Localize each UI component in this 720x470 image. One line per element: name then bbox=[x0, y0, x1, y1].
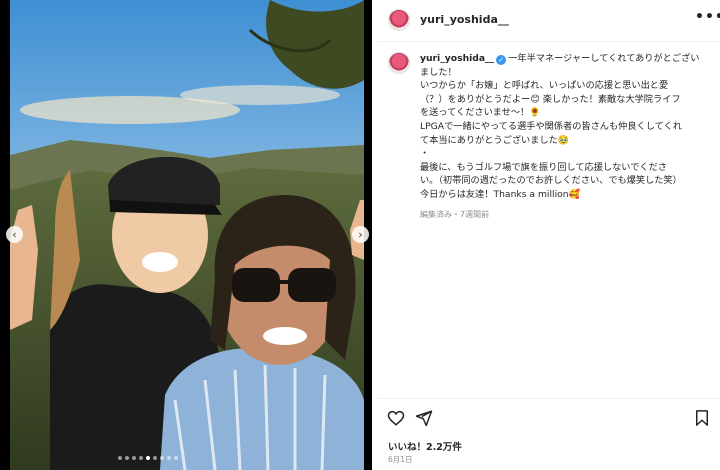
post-header: yuri_yoshida__ ••• bbox=[377, 0, 720, 42]
media-panel: ‹ › bbox=[0, 0, 372, 470]
chevron-left-icon[interactable]: ‹ bbox=[6, 226, 23, 243]
action-bar: いいね！2.2万件 6月1日 bbox=[377, 398, 720, 470]
caption-meta: 編集済み・7週間前 bbox=[420, 209, 490, 219]
carousel-dot bbox=[118, 456, 122, 460]
carousel-dot bbox=[132, 456, 136, 460]
post-sidebar: yuri_yoshida__ ••• yuri_yoshida__✓一年半マネー… bbox=[377, 0, 720, 470]
caption-line: 今日からは友達！Thanks a million🥰 bbox=[420, 188, 581, 200]
caption-line: を送ってくださいませ〜！🌻 bbox=[420, 107, 541, 119]
carousel-dot bbox=[160, 456, 164, 460]
carousel-dot bbox=[125, 456, 129, 460]
caption-username[interactable]: yuri_yoshida__ bbox=[420, 53, 494, 64]
avatar[interactable] bbox=[388, 9, 410, 31]
caption-line: て本当にありがとうございました🥹 bbox=[420, 134, 570, 146]
carousel-dot bbox=[153, 456, 157, 460]
send-icon[interactable] bbox=[415, 409, 433, 427]
caption-line: （？）をありがとうだよー😊 楽しかった！素敵な大学院ライフ bbox=[420, 93, 681, 105]
caption-line: 最後に、もうゴルフ場で旗を振り回して応援しないでくださ bbox=[420, 161, 667, 173]
likes-count[interactable]: いいね！2.2万件 bbox=[388, 439, 462, 453]
caption-line: い。（初帯同の週だったのでお許しください、でも爆笑した笑） bbox=[420, 175, 682, 187]
carousel-dot bbox=[167, 456, 171, 460]
instagram-post-view: ‹ › yuri_yoshida__ ••• yuri_yoshida__✓一年… bbox=[0, 0, 720, 470]
chevron-right-icon[interactable]: › bbox=[352, 226, 369, 243]
post-photo[interactable] bbox=[10, 0, 364, 470]
caption-text: yuri_yoshida__ ✓ 一年半マネージャーしてくれてありがとござい ました… bbox=[420, 52, 720, 221]
post-date: 6月1日 bbox=[388, 455, 413, 464]
more-options-icon[interactable]: ••• bbox=[695, 9, 720, 25]
carousel-dots bbox=[118, 456, 178, 460]
carousel-dot bbox=[174, 456, 178, 460]
verified-badge-icon: ✓ bbox=[496, 55, 507, 65]
caption-line: LPGAで一緒にやってる選手や関係者の皆さんも仲良くしてくれ bbox=[420, 120, 682, 132]
header-username[interactable]: yuri_yoshida__ bbox=[420, 13, 509, 26]
carousel-dot-active bbox=[146, 456, 150, 460]
heart-icon[interactable] bbox=[387, 409, 405, 427]
caption-line: ました！ bbox=[420, 66, 457, 78]
caption-line: 一年半マネージャーしてくれてありがとござい bbox=[508, 53, 700, 64]
caption-line: ・ bbox=[420, 148, 430, 160]
avatar[interactable] bbox=[388, 52, 410, 74]
bookmark-icon[interactable] bbox=[693, 409, 711, 427]
carousel-dot bbox=[139, 456, 143, 460]
caption-line: いつからか「お嬢」と呼ばれ、いっぱいの応援と思い出と愛 bbox=[420, 80, 669, 92]
